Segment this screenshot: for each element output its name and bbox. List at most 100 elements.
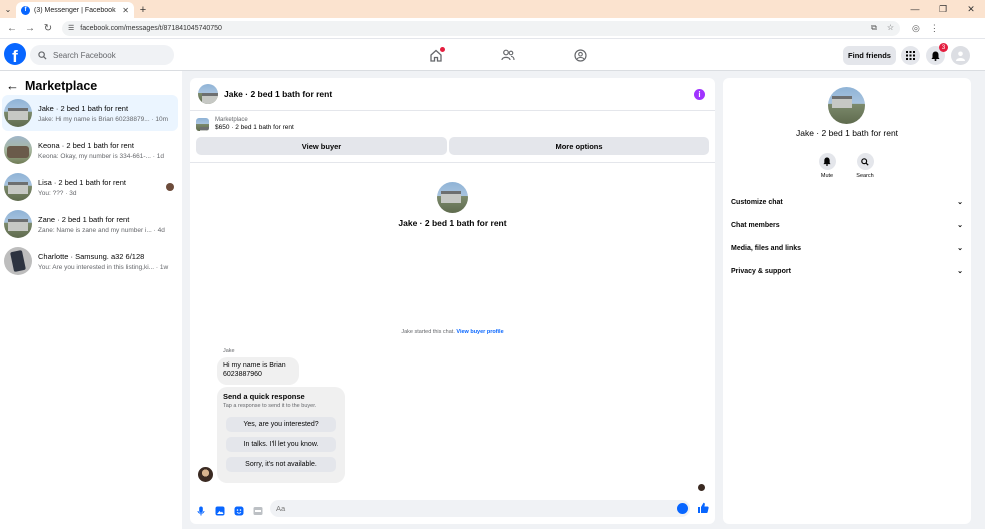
section-label: Privacy & support xyxy=(731,267,791,275)
sidebar-title: Marketplace xyxy=(25,78,98,93)
conversation-avatar xyxy=(4,99,32,127)
facebook-favicon-icon: f xyxy=(21,5,30,15)
forward-icon[interactable]: → xyxy=(22,20,38,36)
new-tab-button[interactable]: + xyxy=(134,2,152,18)
sticker-icon[interactable] xyxy=(234,506,244,516)
read-receipt-avatar xyxy=(166,183,174,191)
conversation-name: Zane · 2 bed 1 bath for rent xyxy=(38,214,130,224)
chat-avatar[interactable] xyxy=(198,84,218,104)
groups-icon xyxy=(573,48,587,62)
conversation-item[interactable]: Lisa · 2 bed 1 bath for rent You: ??? · 3… xyxy=(2,169,178,205)
profile-icon[interactable]: ◎ xyxy=(912,23,920,34)
find-friends-button[interactable]: Find friends xyxy=(843,46,896,65)
friends-icon xyxy=(501,49,515,61)
account-avatar[interactable] xyxy=(951,46,970,65)
listing-summary[interactable]: Marketplace $650 · 2 bed 1 bath for rent xyxy=(196,117,294,131)
conversation-name: Jake · 2 bed 1 bath for rent xyxy=(38,103,129,113)
section-customize-chat[interactable]: Customize chat ⌄ xyxy=(731,195,963,209)
conversation-name: Charlotte · Samsung. a32 6/128 xyxy=(38,251,145,261)
address-bar[interactable]: ☰ facebook.com/messages/t/87184104574075… xyxy=(62,20,900,36)
message-line: 6023887960 xyxy=(223,371,262,378)
quick-response-title: Send a quick response xyxy=(223,392,305,401)
gif-icon[interactable] xyxy=(253,506,263,516)
microphone-icon[interactable] xyxy=(196,506,206,516)
conversation-item[interactable]: Charlotte · Samsung. a32 6/128 You: Are y… xyxy=(2,243,178,279)
grid-menu-icon xyxy=(906,51,915,60)
chevron-down-icon: ⌄ xyxy=(957,245,963,252)
emoji-icon[interactable] xyxy=(677,503,688,514)
photo-icon[interactable] xyxy=(215,506,225,516)
more-options-button[interactable]: More options xyxy=(449,137,709,155)
chevron-down-icon: ⌄ xyxy=(957,222,963,229)
back-icon[interactable]: ← xyxy=(4,20,20,36)
buyer-avatar[interactable] xyxy=(437,182,468,213)
quick-response-button[interactable]: Yes, are you interested? xyxy=(226,417,336,432)
section-privacy-support[interactable]: Privacy & support ⌄ xyxy=(731,264,963,278)
back-arrow-icon[interactable]: ← xyxy=(6,78,19,93)
url-text: facebook.com/messages/t/871841045740750 xyxy=(80,24,222,32)
info-icon[interactable]: i xyxy=(694,89,705,100)
message-bubble[interactable]: Hi my name is Brian 6023887960 xyxy=(217,357,299,385)
conversation-preview: You: Are you interested in this listing,… xyxy=(38,263,169,271)
menu-button[interactable] xyxy=(901,46,920,65)
view-buyer-button[interactable]: View buyer xyxy=(196,137,447,155)
thumbs-up-icon[interactable] xyxy=(697,502,709,516)
quick-response-button[interactable]: In talks. I'll let you know. xyxy=(226,437,336,452)
site-info-icon[interactable]: ☰ xyxy=(68,24,74,32)
conversation-item[interactable]: Keona · 2 bed 1 bath for rent Keona: Okay… xyxy=(2,132,178,168)
browser-tab[interactable]: f (3) Messenger | Facebook ✕ xyxy=(16,2,134,18)
chat-title[interactable]: Jake · 2 bed 1 bath for rent xyxy=(224,89,332,99)
info-avatar[interactable] xyxy=(828,87,865,124)
view-buyer-profile-link[interactable]: View buyer profile xyxy=(456,329,503,335)
close-window-icon[interactable]: ✕ xyxy=(957,0,985,18)
search-box[interactable]: Search Facebook xyxy=(30,45,174,65)
close-tab-icon[interactable]: ✕ xyxy=(122,6,129,15)
window-controls: — ❐ ✕ xyxy=(901,0,985,18)
conversation-item[interactable]: Zane · 2 bed 1 bath for rent Zane: Name i… xyxy=(2,206,178,242)
browser-toolbar: ← → ↻ ☰ facebook.com/messages/t/87184104… xyxy=(0,18,985,39)
restore-icon[interactable]: ❐ xyxy=(929,0,957,18)
section-label: Customize chat xyxy=(731,198,783,206)
listing-price: $650 · 2 bed 1 bath for rent xyxy=(215,124,294,131)
conversation-preview: Zane: Name is zane and my number i... · … xyxy=(38,226,165,234)
sender-avatar[interactable] xyxy=(198,467,213,482)
minimize-icon[interactable]: — xyxy=(901,0,929,18)
quick-response-button[interactable]: Sorry, it's not available. xyxy=(226,457,336,472)
search-in-chat-button[interactable]: Search xyxy=(850,153,880,179)
section-chat-members[interactable]: Chat members ⌄ xyxy=(731,218,963,232)
info-name: Jake · 2 bed 1 bath for rent xyxy=(795,128,899,138)
marketplace-sidebar: ← Marketplace Jake · 2 bed 1 bath for re… xyxy=(0,71,182,529)
bell-icon xyxy=(931,51,940,61)
nav-home[interactable] xyxy=(400,39,472,71)
facebook-logo-icon[interactable]: f xyxy=(4,43,26,65)
mute-label: Mute xyxy=(820,173,834,179)
bell-icon xyxy=(818,153,836,170)
conversation-preview: Keona: Okay, my number is 334-661-... · … xyxy=(38,152,164,160)
seen-indicator-avatar xyxy=(698,484,705,491)
quick-response-subtitle: Tap a response to send it to the buyer. xyxy=(223,403,317,409)
home-notification-dot xyxy=(440,47,445,52)
browser-menu-icon[interactable]: ⋮ xyxy=(930,23,939,34)
conversation-item[interactable]: Jake · 2 bed 1 bath for rent Jake: Hi my … xyxy=(2,95,178,131)
tab-title: (3) Messenger | Facebook xyxy=(34,6,116,14)
search-icon xyxy=(856,153,874,170)
page-scrollbar[interactable] xyxy=(977,71,985,529)
bookmark-star-icon[interactable]: ☆ xyxy=(887,23,894,33)
mute-button[interactable]: Mute xyxy=(812,153,842,179)
install-app-icon[interactable]: ⧉ xyxy=(871,23,877,33)
notifications-button[interactable]: 3 xyxy=(926,43,948,65)
search-label: Search xyxy=(856,173,874,179)
tab-search-chevron-icon[interactable]: ⌄ xyxy=(0,0,16,18)
listing-thumbnail xyxy=(196,117,209,131)
reload-icon[interactable]: ↻ xyxy=(40,20,56,36)
nav-friends[interactable] xyxy=(472,39,544,71)
buyer-name: Jake · 2 bed 1 bath for rent xyxy=(398,218,507,228)
message-input[interactable] xyxy=(270,500,690,517)
section-media-files-links[interactable]: Media, files and links ⌄ xyxy=(731,241,963,255)
nav-groups[interactable] xyxy=(544,39,616,71)
chat-panel: Jake · 2 bed 1 bath for rent i Marketpla… xyxy=(190,78,715,524)
browser-tab-bar: ⌄ f (3) Messenger | Facebook ✕ + — ❐ ✕ xyxy=(0,0,985,18)
chevron-down-icon: ⌄ xyxy=(957,268,963,275)
notification-badge: 3 xyxy=(939,43,948,52)
sender-label: Jake xyxy=(223,348,235,354)
